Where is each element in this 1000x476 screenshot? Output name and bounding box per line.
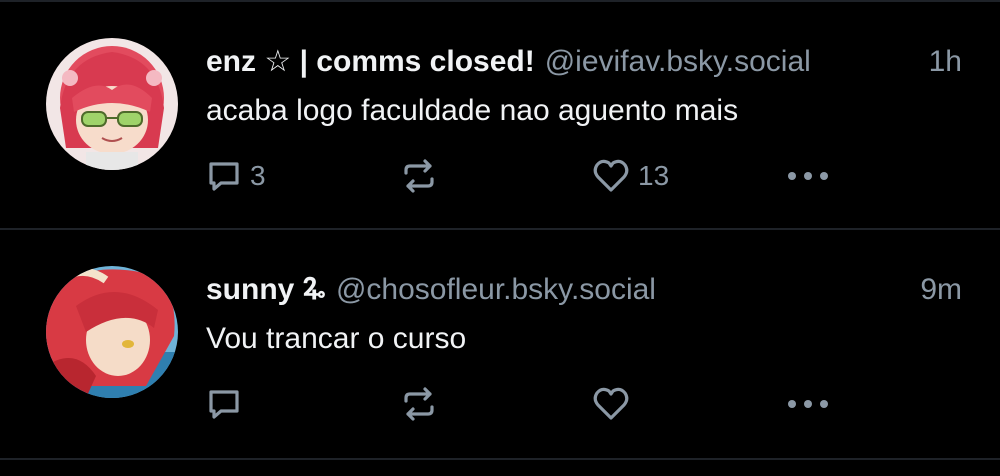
- like-button[interactable]: [592, 382, 638, 426]
- display-name[interactable]: sunny 🜩: [206, 270, 326, 310]
- timestamp[interactable]: 9m: [920, 270, 962, 310]
- heart-icon: [593, 159, 629, 192]
- more-button[interactable]: [786, 382, 830, 426]
- more-button[interactable]: [786, 154, 830, 198]
- reply-icon: [209, 162, 239, 191]
- avatar[interactable]: [46, 38, 178, 170]
- display-name[interactable]: enz ☆ | comms closed!: [206, 42, 535, 82]
- heart-icon: [593, 387, 629, 420]
- repost-icon: [404, 159, 434, 193]
- post-meta: sunny 🜩 @chosofleur.bsky.social: [206, 270, 656, 310]
- like-button[interactable]: 13: [592, 154, 669, 198]
- post-meta: enz ☆ | comms closed! @ievifav.bsky.soci…: [206, 42, 811, 82]
- reply-button[interactable]: [206, 382, 250, 426]
- post-text: Vou trancar o curso: [206, 322, 467, 355]
- reply-count: 3: [250, 160, 266, 191]
- more-icon: [788, 172, 828, 180]
- reply-icon: [209, 390, 239, 419]
- repost-button[interactable]: [400, 382, 438, 426]
- avatar[interactable]: [46, 266, 178, 398]
- like-count: 13: [638, 160, 670, 191]
- reply-button[interactable]: 3: [206, 154, 266, 198]
- post-actions: [0, 382, 1000, 426]
- avatar-image: [46, 38, 178, 170]
- avatar-image: [46, 266, 178, 398]
- timestamp[interactable]: 1h: [929, 42, 962, 82]
- more-icon: [788, 400, 828, 408]
- post-text: acaba logo faculdade nao aguento mais: [206, 94, 739, 127]
- post-2[interactable]: sunny 🜩 @chosofleur.bsky.social 9m Vou t…: [0, 230, 1000, 456]
- post-1[interactable]: enz ☆ | comms closed! @ievifav.bsky.soci…: [0, 2, 1000, 228]
- repost-button[interactable]: [400, 154, 438, 198]
- repost-icon: [404, 387, 434, 421]
- divider-bottom: [0, 458, 1000, 460]
- post-actions: 3 13: [0, 154, 1000, 198]
- handle[interactable]: @ievifav.bsky.social: [545, 42, 811, 82]
- handle[interactable]: @chosofleur.bsky.social: [336, 270, 656, 310]
